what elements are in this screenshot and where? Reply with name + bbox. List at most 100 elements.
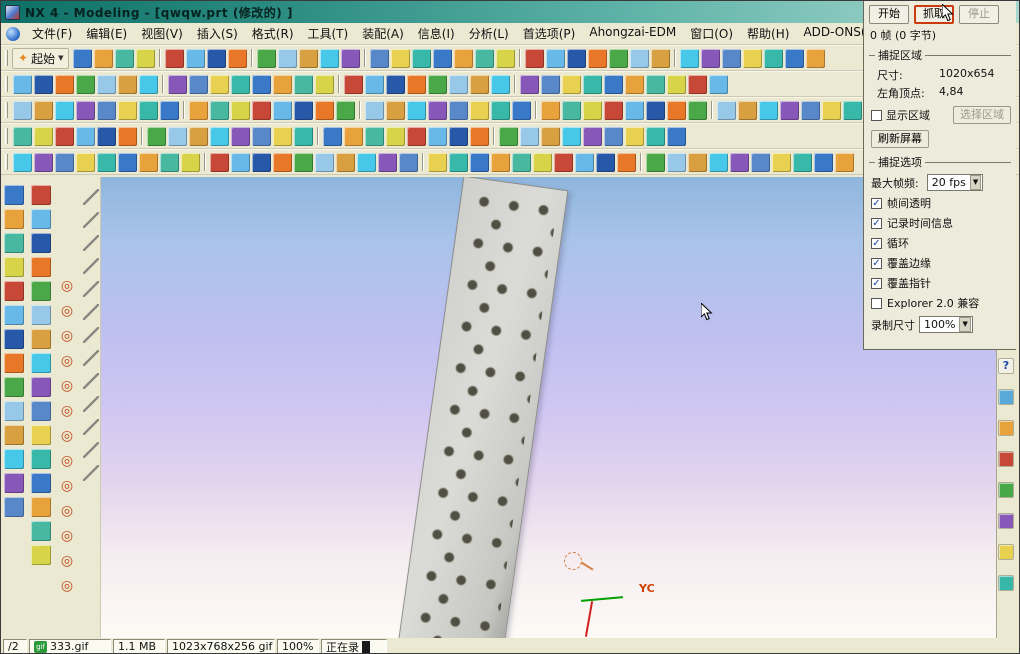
tool-icon[interactable] <box>31 401 51 421</box>
tool-icon[interactable] <box>83 212 99 228</box>
toolbar-icon[interactable] <box>231 100 250 120</box>
toolbar-icon[interactable] <box>583 126 602 146</box>
tool-icon[interactable] <box>31 233 51 253</box>
tool-icon[interactable]: ◎ <box>57 527 77 545</box>
toolbar-icon[interactable] <box>604 126 623 146</box>
toolbar-icon[interactable] <box>688 74 707 94</box>
toolbar-icon[interactable] <box>454 48 474 68</box>
toolbar-icon[interactable] <box>562 74 581 94</box>
toolbar-grip[interactable] <box>5 154 8 170</box>
toolbar-icon[interactable] <box>76 74 95 94</box>
checkbox[interactable]: ✓ <box>871 277 882 289</box>
toolbar-icon[interactable] <box>344 126 363 146</box>
pen-icon[interactable] <box>998 482 1014 498</box>
toolbar-icon[interactable] <box>470 100 489 120</box>
tool-icon[interactable] <box>4 425 24 445</box>
tool-icon[interactable] <box>31 353 51 373</box>
tool-icon[interactable] <box>83 235 99 251</box>
toolbar-icon[interactable] <box>294 126 313 146</box>
tool-icon[interactable] <box>83 189 99 205</box>
toolbar-icon[interactable] <box>709 152 728 172</box>
toolbar-icon[interactable] <box>780 100 799 120</box>
menu-item[interactable]: 装配(A) <box>355 23 411 44</box>
toolbar-icon[interactable] <box>583 100 602 120</box>
toolbar-icon[interactable] <box>575 152 594 172</box>
toolbar-icon[interactable] <box>688 152 707 172</box>
tool-icon[interactable]: ◎ <box>57 552 77 570</box>
toolbar-icon[interactable] <box>407 74 426 94</box>
toolbar-icon[interactable] <box>336 100 355 120</box>
toolbar-icon[interactable] <box>252 74 271 94</box>
toolbar-icon[interactable] <box>701 48 721 68</box>
toolbar-icon[interactable] <box>596 152 615 172</box>
toolbar-icon[interactable] <box>273 74 292 94</box>
toolbar-icon[interactable] <box>341 48 361 68</box>
tool-icon[interactable] <box>4 305 24 325</box>
toolbar-icon[interactable] <box>512 100 531 120</box>
toolbar-icon[interactable] <box>475 48 495 68</box>
toolbar-icon[interactable] <box>588 48 608 68</box>
palette-icon[interactable] <box>998 451 1014 467</box>
toolbar-icon[interactable] <box>320 48 340 68</box>
toolbar-icon[interactable] <box>630 48 650 68</box>
tool-icon[interactable]: ◎ <box>57 502 77 520</box>
record-stop-button[interactable]: 停止 <box>959 5 999 24</box>
toolbar-icon[interactable] <box>165 48 185 68</box>
tool-icon[interactable]: ◎ <box>57 302 77 320</box>
toolbar-icon[interactable] <box>55 74 74 94</box>
toolbar-icon[interactable] <box>428 74 447 94</box>
toolbar-icon[interactable] <box>160 152 179 172</box>
folder-icon[interactable] <box>998 544 1014 560</box>
toolbar-icon[interactable] <box>299 48 319 68</box>
toolbar-icon[interactable] <box>315 74 334 94</box>
toolbar-icon[interactable] <box>378 152 397 172</box>
tool-icon[interactable]: ◎ <box>57 427 77 445</box>
tool-icon[interactable] <box>4 497 24 517</box>
toolbar-icon[interactable] <box>717 100 736 120</box>
toolbar-icon[interactable] <box>118 100 137 120</box>
tool-icon[interactable] <box>4 233 24 253</box>
toolbar-icon[interactable] <box>772 152 791 172</box>
toolbar-icon[interactable] <box>231 152 250 172</box>
toolbar-icon[interactable] <box>709 74 728 94</box>
menu-item[interactable]: 插入(S) <box>190 23 245 44</box>
tool-icon[interactable] <box>83 396 99 412</box>
toolbar-icon[interactable] <box>562 100 581 120</box>
toolbar-icon[interactable] <box>583 74 602 94</box>
toolbar-icon[interactable] <box>806 48 826 68</box>
toolbar-icon[interactable] <box>625 126 644 146</box>
toolbar-icon[interactable] <box>189 126 208 146</box>
toolbar-icon[interactable] <box>207 48 227 68</box>
menu-item[interactable]: 格式(R) <box>245 23 301 44</box>
toolbar-icon[interactable] <box>34 100 53 120</box>
menu-item[interactable]: 编辑(E) <box>79 23 134 44</box>
toolbar-icon[interactable] <box>252 100 271 120</box>
tool-icon[interactable] <box>4 209 24 229</box>
toolbar-icon[interactable] <box>386 126 405 146</box>
toolbar-icon[interactable] <box>743 48 763 68</box>
toolbar-icon[interactable] <box>496 48 516 68</box>
toolbar-icon[interactable] <box>97 152 116 172</box>
toolbar-icon[interactable] <box>399 152 418 172</box>
toolbar-icon[interactable] <box>764 48 784 68</box>
app-menu-icon[interactable] <box>6 26 20 41</box>
toolbar-icon[interactable] <box>257 48 277 68</box>
book-icon[interactable] <box>998 420 1014 436</box>
toolbar-icon[interactable] <box>835 152 854 172</box>
toolbar-icon[interactable] <box>34 126 53 146</box>
tool-icon[interactable]: ◎ <box>57 352 77 370</box>
toolbar-icon[interactable] <box>34 74 53 94</box>
toolbar-icon[interactable] <box>604 74 623 94</box>
toolbar-icon[interactable] <box>738 100 757 120</box>
toolbar-icon[interactable] <box>801 100 820 120</box>
toolbar-icon[interactable] <box>323 126 342 146</box>
toolbar-icon[interactable] <box>554 152 573 172</box>
toolbar-icon[interactable] <box>13 152 32 172</box>
toolbar-icon[interactable] <box>147 126 166 146</box>
toolbar-icon[interactable] <box>168 74 187 94</box>
checkbox[interactable]: ✓ <box>871 237 882 249</box>
tool-icon[interactable] <box>31 425 51 445</box>
toolbar-icon[interactable] <box>541 126 560 146</box>
toolbar-icon[interactable] <box>365 100 384 120</box>
toolbar-icon[interactable] <box>525 48 545 68</box>
